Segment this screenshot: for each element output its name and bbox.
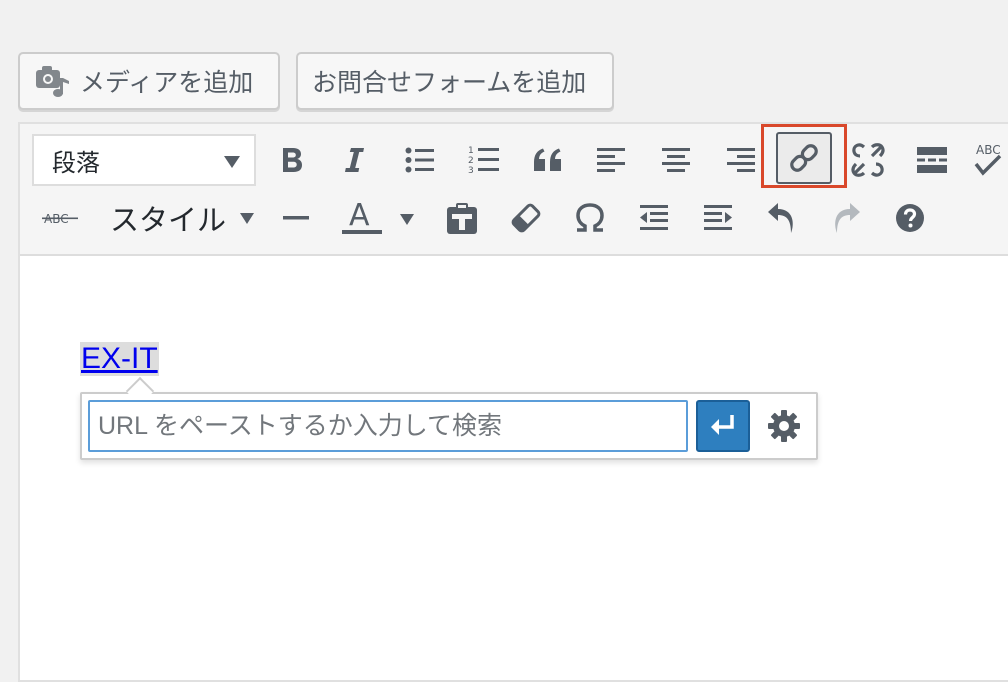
chevron-down-icon (240, 212, 255, 224)
style-dropdown-label: スタイル (110, 203, 227, 237)
redo-button[interactable] (818, 192, 874, 244)
align-right-icon (727, 148, 755, 172)
align-left-button[interactable] (584, 134, 640, 186)
bullet-list-icon (405, 147, 434, 173)
indent-button[interactable] (690, 192, 746, 244)
help-icon (896, 204, 924, 232)
enter-icon (711, 415, 734, 435)
remove-link-button[interactable] (840, 134, 896, 186)
italic-button[interactable] (326, 134, 382, 186)
spellcheck-label: ABC (976, 143, 1001, 157)
paste-text-button[interactable] (434, 192, 490, 244)
outdent-icon (640, 205, 668, 230)
italic-icon (345, 148, 364, 172)
editor-toolbar: 段落 1 2 3 ABC ABC スタイル A (20, 124, 1008, 256)
horizontal-line-button[interactable] (268, 192, 324, 244)
camera-music-icon (36, 66, 69, 97)
selected-link-text[interactable]: EX-IT (80, 342, 159, 376)
link-settings-button[interactable] (758, 400, 810, 452)
highlight-annotation-box (761, 124, 847, 188)
indent-icon (704, 205, 732, 230)
clear-formatting-button[interactable] (498, 192, 554, 244)
numbered-list-button[interactable]: 1 2 3 (456, 134, 512, 186)
gear-icon (768, 410, 800, 442)
chevron-down-icon (224, 156, 240, 168)
horizontal-line-icon (283, 216, 309, 220)
bullet-list-button[interactable] (392, 134, 448, 186)
text-color-chevron-icon[interactable] (400, 214, 414, 225)
strikethrough-button[interactable]: ABC (32, 192, 88, 244)
format-select[interactable]: 段落 (32, 134, 256, 186)
special-character-button[interactable] (562, 192, 618, 244)
bold-icon (283, 148, 302, 172)
blockquote-button[interactable] (520, 134, 576, 186)
apply-link-button[interactable] (696, 400, 750, 452)
link-popover (80, 376, 818, 460)
spellcheck-button[interactable]: ABC (970, 134, 1008, 186)
unlink-icon (851, 143, 885, 177)
url-input[interactable] (88, 400, 688, 452)
undo-icon (768, 203, 793, 233)
editor-frame: 段落 1 2 3 ABC ABC スタイル A EX-IT URL をペーストす… (18, 122, 1008, 682)
undo-button[interactable] (754, 192, 810, 244)
numbered-list-digit: 3 (468, 166, 474, 175)
read-more-icon (917, 147, 947, 173)
text-color-icon: A (342, 198, 382, 234)
add-media-label: メディアを追加 (80, 68, 254, 97)
style-dropdown[interactable]: スタイル (110, 192, 255, 244)
add-form-button[interactable]: お問合せフォームを追加 (296, 52, 614, 110)
add-form-label: お問合せフォームを追加 (312, 68, 587, 97)
text-color-letter: A (349, 198, 370, 233)
text-color-button[interactable]: A (334, 190, 390, 242)
editor-content[interactable]: EX-IT (20, 258, 1008, 680)
numbered-list-digit: 1 (468, 146, 474, 156)
add-media-button[interactable]: メディアを追加 (18, 52, 280, 110)
eraser-icon (511, 203, 541, 233)
strikethrough-icon: ABC (42, 212, 78, 226)
quote-icon (534, 148, 561, 171)
align-center-icon (662, 148, 690, 172)
align-left-icon (597, 148, 625, 172)
outdent-button[interactable] (626, 192, 682, 244)
read-more-button[interactable] (904, 134, 960, 186)
omega-icon (576, 203, 604, 232)
numbered-list-icon: 1 2 3 (468, 146, 499, 175)
help-button[interactable] (882, 192, 938, 244)
align-center-button[interactable] (648, 134, 704, 186)
numbered-list-digit: 2 (468, 156, 474, 166)
format-select-value: 段落 (52, 148, 100, 177)
spellcheck-icon: ABC (974, 143, 1002, 176)
clipboard-icon (447, 203, 477, 234)
bold-button[interactable] (264, 134, 320, 186)
redo-icon (835, 203, 860, 233)
align-right-button[interactable] (712, 134, 768, 186)
